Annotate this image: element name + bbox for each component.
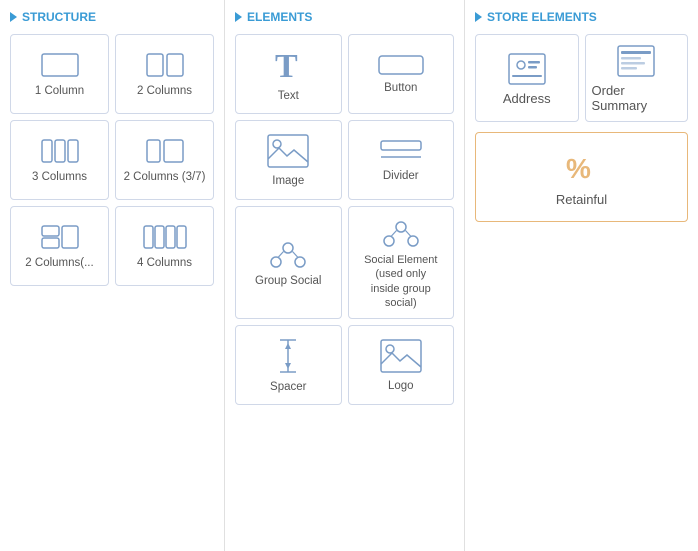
text-label: Text bbox=[278, 89, 299, 104]
groupsocial-icon bbox=[269, 238, 307, 268]
structure-item-4col[interactable]: 4 Columns bbox=[115, 206, 214, 286]
element-groupsocial[interactable]: Group Social bbox=[235, 206, 342, 319]
button-label: Button bbox=[384, 81, 417, 96]
1col-icon bbox=[40, 52, 80, 78]
store-address[interactable]: Address bbox=[475, 34, 579, 122]
address-label: Address bbox=[503, 91, 551, 106]
element-image[interactable]: Image bbox=[235, 120, 342, 200]
structure-grid: 1 Column 2 Columns 3 Columns bbox=[10, 34, 214, 286]
logo-label: Logo bbox=[388, 379, 414, 394]
divider-label: Divider bbox=[383, 169, 419, 184]
store-retainful[interactable]: % Retainful bbox=[475, 132, 688, 222]
structure-item-2col[interactable]: 2 Columns bbox=[115, 34, 214, 114]
svg-text:T: T bbox=[275, 48, 298, 83]
structure-header: STRUCTURE bbox=[10, 10, 214, 24]
elements-grid: T Text Button Image bbox=[235, 34, 454, 405]
svg-text:%: % bbox=[566, 153, 591, 184]
address-icon bbox=[508, 53, 546, 85]
store-collapse-icon[interactable] bbox=[475, 12, 482, 22]
3col-icon bbox=[40, 138, 80, 164]
element-logo[interactable]: Logo bbox=[348, 325, 455, 405]
retainful-icon: % bbox=[563, 150, 601, 186]
structure-panel: STRUCTURE 1 Column 2 Columns bbox=[0, 0, 225, 551]
elements-panel: ELEMENTS T Text Button bbox=[225, 0, 465, 551]
store-title: STORE ELEMENTS bbox=[487, 10, 597, 24]
element-text[interactable]: T Text bbox=[235, 34, 342, 114]
element-spacer[interactable]: Spacer bbox=[235, 325, 342, 405]
elements-title: ELEMENTS bbox=[247, 10, 312, 24]
4col-icon bbox=[143, 224, 187, 250]
spacer-icon bbox=[278, 338, 298, 374]
elements-header: ELEMENTS bbox=[235, 10, 454, 24]
structure-title: STRUCTURE bbox=[22, 10, 96, 24]
groupsocial-label: Group Social bbox=[255, 274, 321, 289]
element-socialelement[interactable]: Social Element (used only inside group s… bbox=[348, 206, 455, 319]
2col37-label: 2 Columns (3/7) bbox=[124, 170, 206, 185]
store-retainful-wrapper: % Retainful bbox=[475, 132, 688, 222]
divider-icon bbox=[380, 139, 422, 163]
text-icon: T bbox=[272, 47, 304, 83]
structure-collapse-icon[interactable] bbox=[10, 12, 17, 22]
logo-icon bbox=[380, 339, 422, 373]
image-icon bbox=[267, 134, 309, 168]
retainful-label: Retainful bbox=[556, 192, 607, 207]
element-button[interactable]: Button bbox=[348, 34, 455, 114]
store-header: STORE ELEMENTS bbox=[475, 10, 688, 24]
2colstack-label: 2 Columns(... bbox=[25, 256, 93, 271]
ordersummary-icon bbox=[617, 45, 655, 77]
2colstack-icon bbox=[40, 224, 80, 250]
2col37-icon bbox=[145, 138, 185, 164]
structure-item-2colstack[interactable]: 2 Columns(... bbox=[10, 206, 109, 286]
ordersummary-label: Order Summary bbox=[592, 83, 682, 113]
structure-item-2col37[interactable]: 2 Columns (3/7) bbox=[115, 120, 214, 200]
spacer-label: Spacer bbox=[270, 380, 306, 395]
structure-item-3col[interactable]: 3 Columns bbox=[10, 120, 109, 200]
store-grid: Address Order Summary bbox=[475, 34, 688, 122]
image-label: Image bbox=[272, 174, 304, 189]
2col-icon bbox=[145, 52, 185, 78]
2col-label: 2 Columns bbox=[137, 84, 192, 99]
4col-label: 4 Columns bbox=[137, 256, 192, 271]
element-divider[interactable]: Divider bbox=[348, 120, 455, 200]
button-icon bbox=[378, 55, 424, 75]
socialelement-icon bbox=[382, 217, 420, 247]
1col-label: 1 Column bbox=[35, 84, 84, 99]
socialelement-label: Social Element (used only inside group s… bbox=[364, 253, 437, 310]
structure-item-1col[interactable]: 1 Column bbox=[10, 34, 109, 114]
store-panel: STORE ELEMENTS Address bbox=[465, 0, 698, 551]
store-ordersummary[interactable]: Order Summary bbox=[585, 34, 689, 122]
elements-collapse-icon[interactable] bbox=[235, 12, 242, 22]
3col-label: 3 Columns bbox=[32, 170, 87, 185]
